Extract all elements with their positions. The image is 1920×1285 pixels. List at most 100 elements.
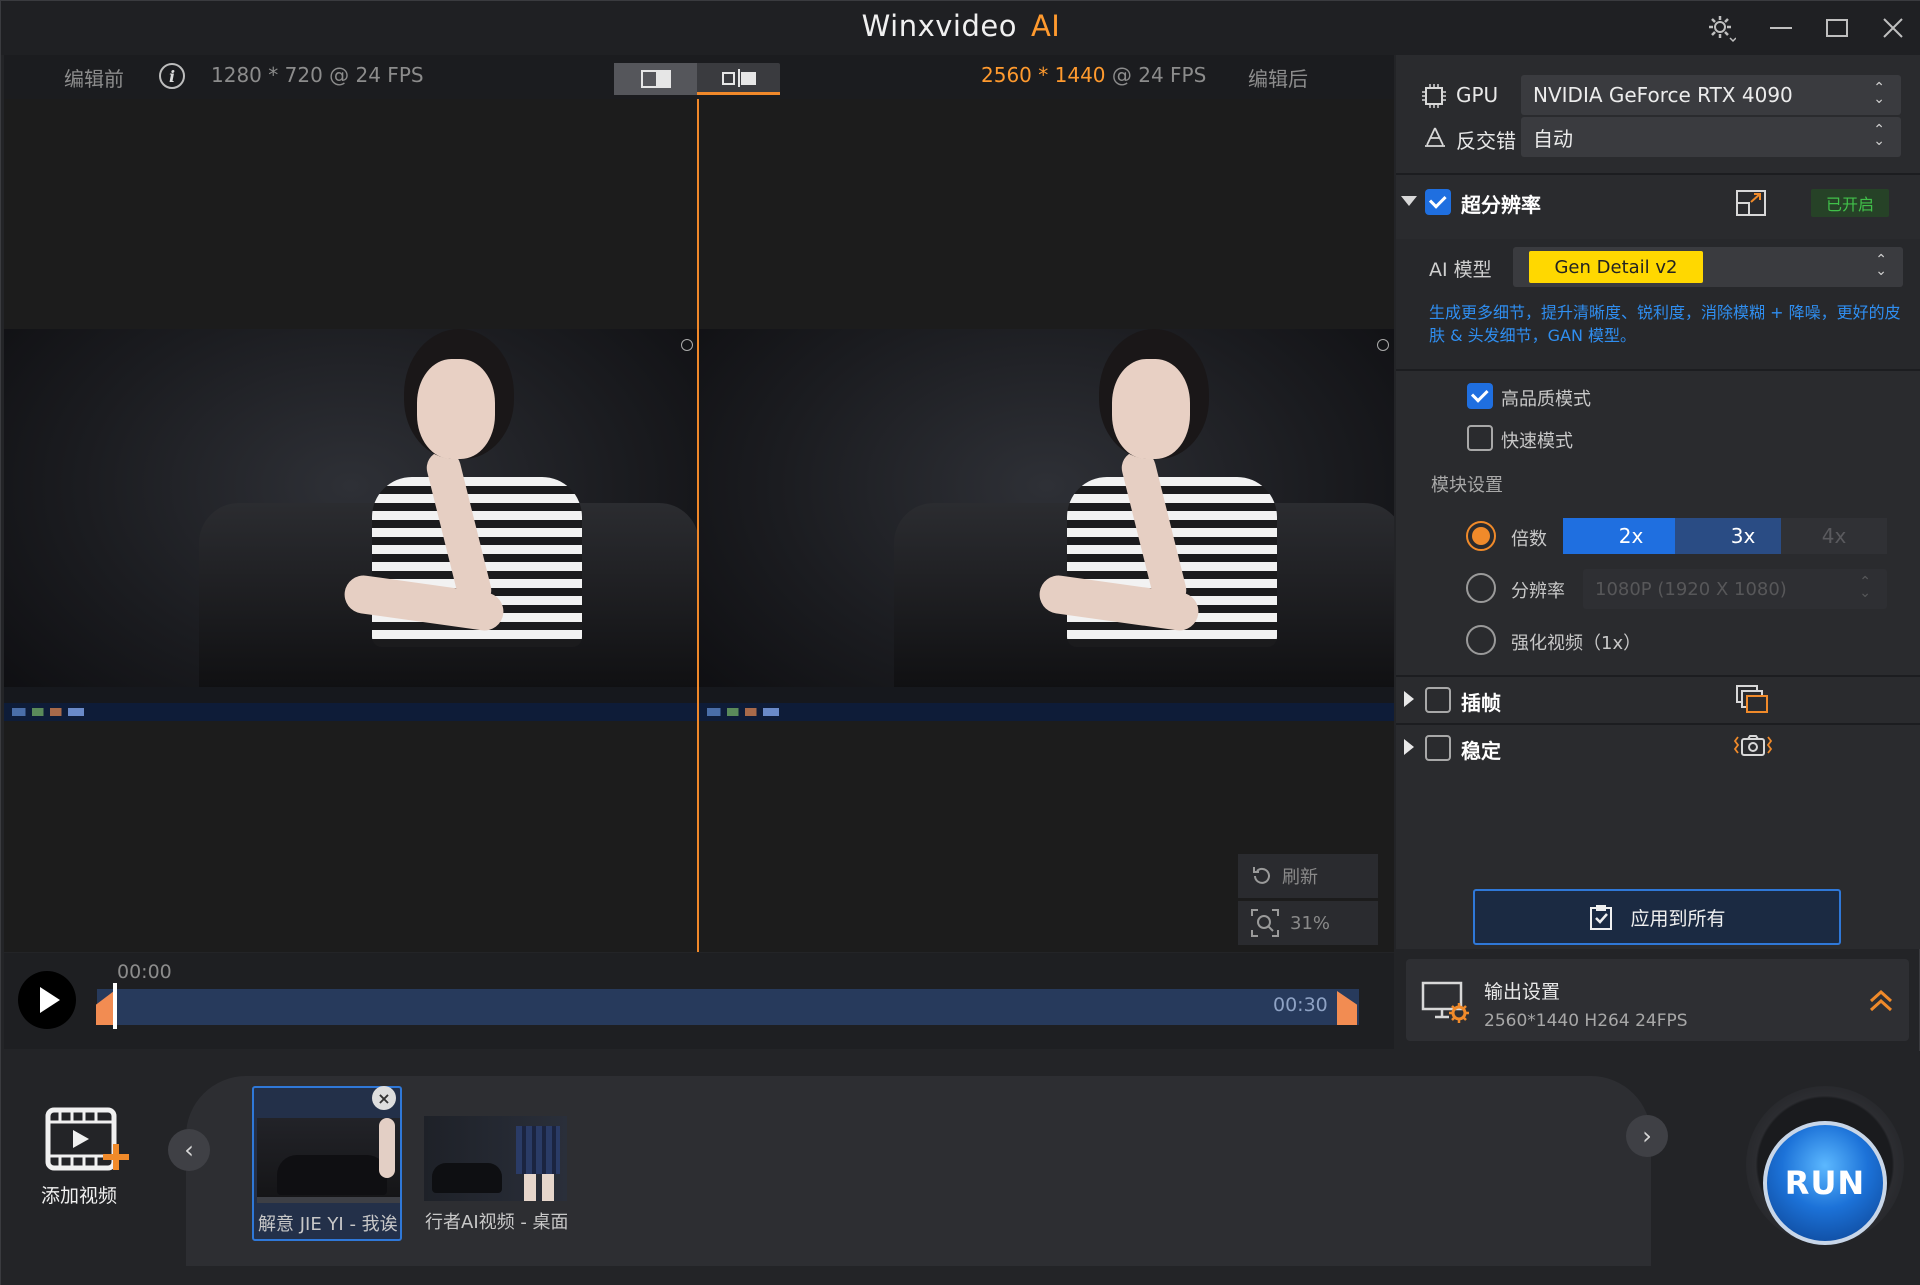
frame-stack-icon	[1735, 684, 1769, 718]
stabilize-checkbox[interactable]	[1425, 735, 1451, 761]
next-arrow-icon[interactable]: ›	[1626, 1115, 1668, 1157]
enhance-label: 强化视频（1x）	[1511, 633, 1642, 654]
maximize-box	[1826, 19, 1848, 37]
enhance-radio[interactable]	[1466, 625, 1496, 655]
before-label: 编辑前	[64, 67, 124, 91]
refresh-button[interactable]: 刷新	[1238, 854, 1378, 898]
refresh-label: 刷新	[1282, 867, 1318, 888]
single-view-button[interactable]	[614, 63, 697, 95]
play-button[interactable]	[18, 971, 76, 1029]
playhead[interactable]	[113, 983, 117, 1029]
after-info: 2560 * 1440 @ 24 FPS	[981, 63, 1206, 87]
after-video-frame	[699, 329, 1394, 721]
fast-mode-label: 快速模式	[1501, 431, 1573, 452]
fit-icon-left[interactable]	[681, 339, 693, 351]
thumbnail-label: 行者AI视频 - 桌面	[425, 1212, 567, 1233]
apply-to-all-label: 应用到所有	[1630, 907, 1726, 930]
expand-arrow-icon[interactable]	[1404, 691, 1414, 707]
remove-video-icon[interactable]: ×	[372, 1086, 396, 1110]
output-settings-summary: 2560*1440 H264 24FPS	[1484, 1011, 1688, 1031]
gpu-label: GPU	[1456, 83, 1499, 107]
compare-split-handle[interactable]	[697, 99, 699, 952]
app-title: Winxvideo AI	[1, 9, 1920, 43]
app-title-ai: AI	[1030, 9, 1061, 43]
divider	[1396, 173, 1920, 175]
high-quality-checkbox[interactable]	[1467, 383, 1493, 409]
after-label: 编辑后	[1248, 67, 1308, 91]
thumbnail-image	[424, 1116, 567, 1201]
resolution-value: 1080P (1920 X 1080)	[1595, 578, 1787, 600]
gpu-select[interactable]: NVIDIA GeForce RTX 4090 ⌃ ⌄	[1521, 75, 1901, 115]
upscale-icon	[1735, 188, 1767, 222]
gpu-value: NVIDIA GeForce RTX 4090	[1533, 83, 1793, 107]
super-res-status-badge: 已开启	[1811, 189, 1889, 217]
single-view-icon	[640, 70, 671, 88]
timeline-end-time: 00:30	[1273, 994, 1328, 1016]
collapse-arrow-icon[interactable]	[1401, 196, 1417, 206]
camera-stabilize-icon	[1733, 731, 1773, 765]
fast-mode-checkbox[interactable]	[1467, 425, 1493, 451]
person-figure	[342, 329, 614, 689]
minimize-bar	[1770, 27, 1792, 29]
select-arrows-icon: ⌃ ⌄	[1873, 80, 1885, 107]
select-arrows-icon: ⌃ ⌄	[1873, 122, 1885, 149]
prev-arrow-icon[interactable]: ‹	[168, 1129, 210, 1171]
divider	[1396, 675, 1920, 677]
zoom-icon	[1251, 909, 1279, 937]
thumbnail-image	[257, 1118, 400, 1203]
frame-interp-title: 插帧	[1461, 691, 1501, 715]
person-figure-after	[1037, 329, 1309, 689]
zoom-label: 31%	[1290, 912, 1331, 934]
timeline-start-time: 00:00	[117, 961, 172, 983]
close-icon[interactable]	[1871, 9, 1915, 47]
ai-model-value: Gen Detail v2	[1529, 251, 1703, 283]
add-video-label: 添加视频	[41, 1185, 118, 1207]
run-button[interactable]: RUN	[1763, 1121, 1887, 1245]
super-res-checkbox[interactable]	[1425, 189, 1451, 215]
divider	[1396, 369, 1920, 371]
split-view-button[interactable]	[697, 63, 780, 95]
add-video-icon[interactable]	[45, 1104, 131, 1180]
ai-model-label: AI 模型	[1429, 259, 1492, 281]
before-info: 1280 * 720 @ 24 FPS	[211, 63, 424, 87]
zoom-control[interactable]: 31%	[1238, 901, 1378, 945]
scale-radio[interactable]	[1466, 521, 1496, 551]
info-icon[interactable]: i	[159, 63, 185, 89]
deinterlace-icon	[1423, 125, 1447, 153]
play-icon	[39, 987, 60, 1013]
video-thumbnail[interactable]: 解意 JIE YI - 我诶 ×	[252, 1086, 402, 1241]
resolution-label: 分辨率	[1511, 581, 1565, 602]
deinterlace-value: 自动	[1533, 126, 1573, 151]
timeline-track[interactable]	[97, 989, 1359, 1025]
divider	[1396, 723, 1920, 725]
split-view-icon	[721, 68, 756, 87]
after-resolution: 2560 * 1440	[981, 63, 1106, 87]
expand-arrow-icon[interactable]	[1404, 739, 1414, 755]
maximize-icon[interactable]	[1815, 9, 1859, 47]
high-quality-label: 高品质模式	[1501, 389, 1591, 410]
output-settings-title: 输出设置	[1484, 981, 1561, 1003]
stabilize-title: 稳定	[1461, 739, 1501, 763]
deinterlace-select[interactable]: 自动 ⌃ ⌄	[1521, 117, 1901, 157]
select-arrows-icon: ⌃ ⌄	[1875, 252, 1887, 279]
resolution-radio[interactable]	[1466, 573, 1496, 603]
app-window: Winxvideo AI 编辑前 i 1280 * 720 @ 24 FPS 25…	[0, 0, 1920, 1285]
output-monitor-icon	[1421, 979, 1471, 1029]
frame-interp-checkbox[interactable]	[1425, 687, 1451, 713]
expand-up-icon[interactable]	[1867, 987, 1895, 1019]
apply-to-all-button[interactable]: 应用到所有	[1473, 889, 1841, 945]
view-mode-toggle	[614, 63, 780, 95]
settings-icon[interactable]	[1699, 9, 1743, 47]
resolution-select[interactable]: 1080P (1920 X 1080) ⌃ ⌄	[1583, 569, 1887, 609]
thumbnail-label: 解意 JIE YI - 我诶	[258, 1214, 398, 1235]
gpu-chip-icon	[1421, 83, 1447, 113]
clipboard-icon	[1590, 905, 1613, 930]
before-video-frame	[4, 329, 697, 721]
module-settings-label: 模块设置	[1431, 475, 1503, 496]
scale-4x-button[interactable]: 4x	[1781, 518, 1887, 554]
scale-label: 倍数	[1511, 529, 1547, 550]
fit-icon-right[interactable]	[1377, 339, 1389, 351]
minimize-icon[interactable]	[1759, 9, 1803, 47]
deinterlace-label: 反交错	[1456, 129, 1516, 153]
video-thumbnail[interactable]: 行者AI视频 - 桌面	[421, 1086, 571, 1241]
